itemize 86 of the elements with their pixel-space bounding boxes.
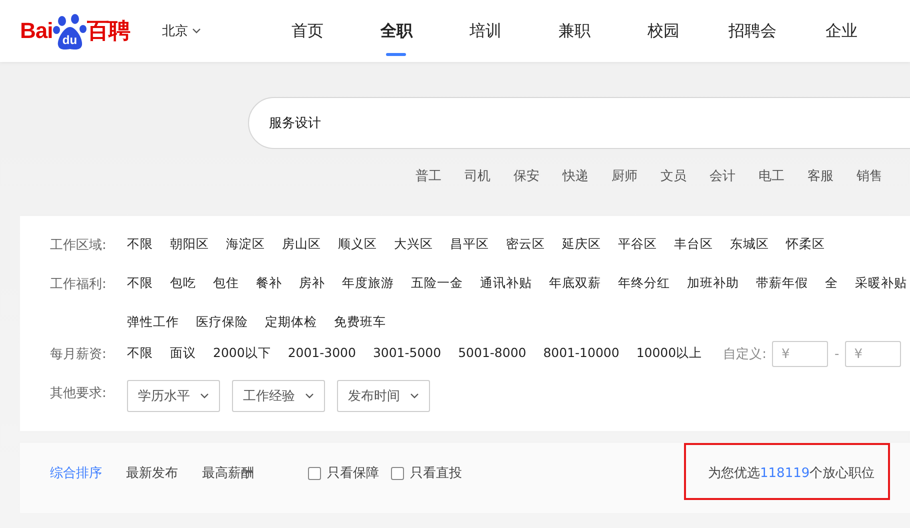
nav-tab[interactable]: 兼职 <box>530 14 619 48</box>
hot-tag-link[interactable]: 文员 <box>649 167 698 185</box>
filter-option[interactable]: 采暖补贴 <box>855 275 907 292</box>
filter-label: 工作福利: <box>50 276 108 293</box>
filter-option[interactable]: 东城区 <box>730 236 769 253</box>
filter-option[interactable]: 房山区 <box>282 236 321 253</box>
hot-tag-link[interactable]: 普工 <box>404 167 453 185</box>
filter-option[interactable]: 2000以下 <box>213 345 271 367</box>
nav-tab[interactable]: 招聘会 <box>708 14 797 48</box>
filter-option[interactable]: 加班补助 <box>687 275 739 292</box>
filter-option[interactable]: 密云区 <box>506 236 545 253</box>
nav-tab[interactable]: 企业 <box>796 14 886 48</box>
logo-text: Bai <box>20 18 53 44</box>
filter-option[interactable]: 10000以上 <box>636 345 702 367</box>
nav-tab[interactable]: 校园 <box>618 14 708 48</box>
filter-option[interactable]: 房补 <box>299 275 325 292</box>
filter-option[interactable]: 5001-8000 <box>458 345 526 367</box>
filter-label: 其他要求: <box>50 385 108 402</box>
search-field[interactable]: 服务设计 <box>248 97 910 149</box>
min-salary-field[interactable]: ¥ <box>772 341 828 367</box>
filter-option[interactable]: 包住 <box>213 275 239 292</box>
filter-option[interactable]: 2001-3000 <box>288 345 356 367</box>
filter-option[interactable]: 通讯补贴 <box>480 275 532 292</box>
nav-tab[interactable]: 培训 <box>440 14 530 48</box>
hot-tag-link[interactable]: 电工 <box>747 167 796 185</box>
nav-tab[interactable]: 首页 <box>262 14 352 48</box>
city-selector[interactable]: 北京 <box>162 22 201 40</box>
chevron-down-icon <box>200 393 209 399</box>
filter-label: 每月薪资: <box>50 346 108 363</box>
hot-tag-link[interactable]: 厨师 <box>600 167 649 185</box>
hot-tag-link[interactable]: 客服 <box>796 167 845 185</box>
sort-option[interactable]: 最新发布 <box>126 464 178 482</box>
filter-option[interactable]: 丰台区 <box>674 236 713 253</box>
checkbox-label: 只看保障 <box>327 465 379 482</box>
chevron-down-icon <box>305 393 314 399</box>
sort-option[interactable]: 综合排序 <box>50 464 102 482</box>
result-count-text: 为您优选118119个放心职位 <box>708 465 875 482</box>
max-salary-field[interactable]: ¥ <box>845 341 902 367</box>
hot-tag-link[interactable]: 司机 <box>453 167 502 185</box>
checkbox[interactable] <box>308 466 321 480</box>
filter-option[interactable]: 包吃 <box>170 275 196 292</box>
filter-option[interactable]: 医疗保险 <box>196 314 248 331</box>
checkbox[interactable] <box>391 466 404 480</box>
logo-text: 百聘 <box>86 17 130 45</box>
custom-label: 自定义: <box>723 346 766 363</box>
filter-option[interactable]: 平谷区 <box>618 236 657 253</box>
filter-option[interactable]: 年终分红 <box>618 275 670 292</box>
filter-option[interactable]: 不限 <box>127 275 153 292</box>
filter-option[interactable]: 延庆区 <box>562 236 601 253</box>
checkbox-label: 只看直投 <box>410 465 462 482</box>
hot-tag-link[interactable]: 快递 <box>551 167 600 185</box>
filter-option[interactable]: 海淀区 <box>226 236 265 253</box>
chevron-down-icon <box>192 28 201 34</box>
sort-option[interactable]: 最高薪酬 <box>202 464 254 482</box>
filter-option[interactable]: 朝阳区 <box>170 236 209 253</box>
filter-option[interactable]: 弹性工作 <box>127 314 179 331</box>
filter-option[interactable]: 餐补 <box>256 275 282 292</box>
active-underline <box>386 52 406 56</box>
filter-option[interactable]: 定期体检 <box>265 314 317 331</box>
filter-option[interactable]: 年底双薪 <box>549 275 601 292</box>
filter-label: 工作区域: <box>50 237 108 254</box>
filter-dropdown[interactable]: 学历水平 <box>127 380 220 412</box>
filter-option[interactable]: 免费班车 <box>334 314 386 331</box>
filter-option[interactable]: 怀柔区 <box>786 236 825 253</box>
filter-option[interactable]: 全 <box>825 275 838 292</box>
filter-option[interactable]: 带薪年假 <box>756 275 808 292</box>
range-separator: - <box>834 346 840 362</box>
logo-text: du <box>62 33 78 47</box>
filter-dropdown[interactable]: 工作经验 <box>232 380 325 412</box>
filter-option[interactable]: 面议 <box>170 345 196 367</box>
filter-option[interactable]: 8001-10000 <box>543 345 620 367</box>
filter-option[interactable]: 昌平区 <box>450 236 489 253</box>
filter-dropdown[interactable]: 发布时间 <box>337 380 430 412</box>
filter-option[interactable]: 五险一金 <box>411 275 463 292</box>
filter-option[interactable]: 年度旅游 <box>342 275 394 292</box>
filter-option[interactable]: 3001-5000 <box>372 345 442 367</box>
paw-icon <box>52 13 87 51</box>
filter-option[interactable]: 不限 <box>127 345 153 367</box>
filter-option[interactable]: 大兴区 <box>394 236 433 253</box>
hot-tag-link[interactable]: 保安 <box>502 167 551 185</box>
nav-tab[interactable]: 全职 <box>352 14 441 48</box>
filter-option[interactable]: 顺义区 <box>338 236 377 253</box>
hot-tag-link[interactable]: 销售 <box>845 167 894 185</box>
filter-option[interactable]: 不限 <box>127 236 153 253</box>
chevron-down-icon <box>410 393 419 399</box>
hot-tag-link[interactable]: 会计 <box>698 167 747 185</box>
